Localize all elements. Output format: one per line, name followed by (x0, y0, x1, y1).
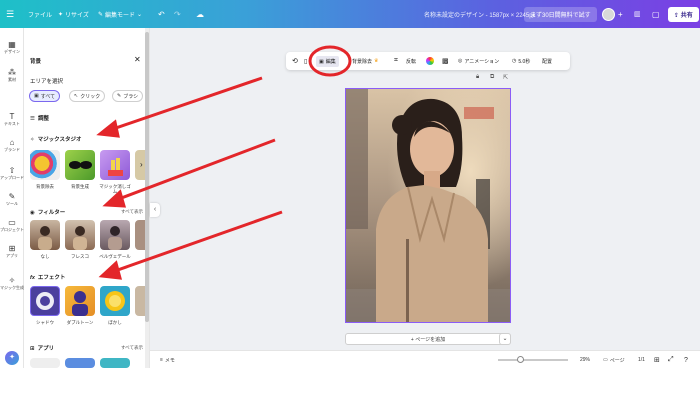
highlight-circle (308, 45, 352, 77)
annotation-arrows (96, 76, 283, 280)
arrow-line (111, 210, 283, 274)
arrow-head (96, 119, 120, 138)
arrow-line (109, 76, 263, 132)
arrow-head (102, 189, 127, 208)
annotation-overlay (96, 45, 352, 280)
arrow-line (115, 138, 276, 202)
arrow-head (98, 260, 123, 280)
